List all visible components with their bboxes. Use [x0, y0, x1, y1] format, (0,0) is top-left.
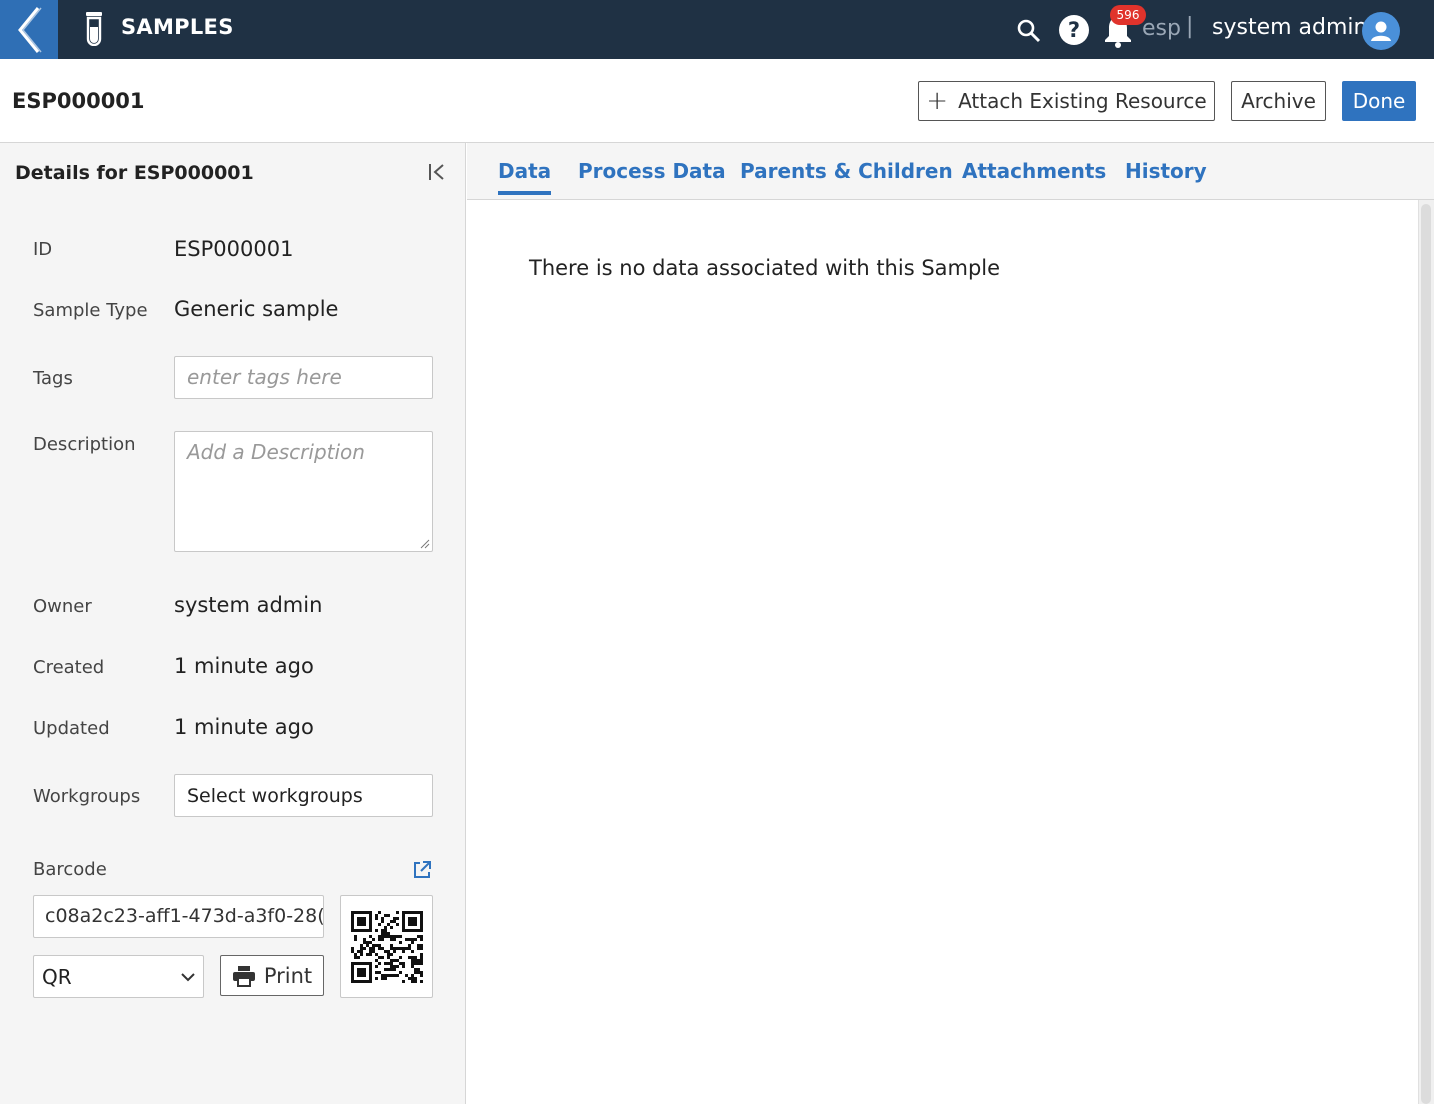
plus-icon: +: [926, 86, 949, 116]
test-tube-icon: [86, 12, 102, 46]
id-value: ESP000001: [174, 237, 294, 261]
tags-input[interactable]: enter tags here: [174, 356, 433, 399]
collapse-panel-icon[interactable]: [424, 159, 450, 185]
tab-process-data[interactable]: Process Data: [578, 159, 726, 183]
qr-code-preview: [340, 895, 433, 998]
scrollbar-thumb[interactable]: [1421, 204, 1431, 1104]
owner-label: Owner: [33, 596, 92, 617]
back-button[interactable]: [0, 0, 58, 59]
barcode-type-value: QR: [42, 965, 72, 989]
external-link-icon[interactable]: [411, 859, 433, 881]
attach-existing-resource-button[interactable]: + Attach Existing Resource: [918, 81, 1215, 121]
back-chevron-icon: [18, 6, 42, 53]
details-panel: Details for ESP000001 ID ESP000001 Sampl…: [0, 143, 466, 1104]
tab-content: There is no data associated with this Sa…: [467, 200, 1418, 1104]
sample-type-value: Generic sample: [174, 297, 339, 321]
user-avatar[interactable]: [1362, 12, 1400, 50]
details-panel-title: Details for ESP000001: [15, 162, 254, 184]
tenant-separator: |: [1186, 14, 1194, 39]
record-header: ESP000001 + Attach Existing Resource Arc…: [0, 59, 1434, 143]
search-icon[interactable]: [1016, 18, 1042, 44]
resize-grip-icon[interactable]: [420, 539, 430, 549]
app-title: SAMPLES: [121, 15, 234, 39]
user-avatar-icon: [1371, 21, 1391, 41]
tab-bar: Data Process Data Parents & Children Att…: [467, 143, 1434, 200]
description-placeholder: Add a Description: [187, 440, 365, 464]
created-label: Created: [33, 657, 105, 678]
empty-state-message: There is no data associated with this Sa…: [529, 256, 1001, 280]
barcode-label: Barcode: [33, 859, 107, 880]
updated-value: 1 minute ago: [174, 715, 314, 739]
top-navigation-bar: SAMPLES ? 596 esp | system admin: [0, 0, 1434, 59]
owner-value: system admin: [174, 593, 323, 617]
sample-type-label: Sample Type: [33, 300, 148, 321]
created-value: 1 minute ago: [174, 654, 314, 678]
content-scrollbar[interactable]: [1418, 200, 1434, 1104]
barcode-input[interactable]: c08a2c23-aff1-473d-a3f0-28(: [33, 895, 324, 938]
print-button[interactable]: Print: [220, 955, 324, 996]
tags-placeholder: enter tags here: [187, 365, 342, 389]
tags-label: Tags: [33, 368, 73, 389]
updated-label: Updated: [33, 718, 110, 739]
printer-icon: [232, 965, 255, 987]
user-name[interactable]: system admin: [1212, 15, 1367, 40]
svg-text:?: ?: [1068, 18, 1080, 42]
done-button[interactable]: Done: [1342, 81, 1416, 121]
tab-data[interactable]: Data: [498, 159, 552, 195]
barcode-type-select[interactable]: QR: [33, 955, 204, 998]
attach-label: Attach Existing Resource: [958, 89, 1207, 113]
qr-code-image: [350, 910, 423, 983]
record-title: ESP000001: [12, 89, 145, 113]
chevron-down-icon: [181, 973, 195, 982]
notification-badge: 596: [1110, 5, 1146, 25]
description-textarea[interactable]: Add a Description: [174, 431, 433, 552]
tab-history[interactable]: History: [1125, 159, 1207, 183]
tab-parents-children[interactable]: Parents & Children: [740, 159, 953, 183]
tenant-label: esp: [1142, 16, 1181, 41]
archive-button[interactable]: Archive: [1231, 81, 1326, 121]
workgroups-value: Select workgroups: [187, 785, 363, 807]
workgroups-label: Workgroups: [33, 786, 141, 807]
description-label: Description: [33, 434, 136, 455]
id-label: ID: [33, 239, 53, 260]
help-icon[interactable]: ?: [1058, 14, 1090, 46]
print-label: Print: [263, 963, 313, 988]
tab-attachments[interactable]: Attachments: [962, 159, 1106, 183]
workgroups-select[interactable]: Select workgroups: [174, 774, 433, 817]
